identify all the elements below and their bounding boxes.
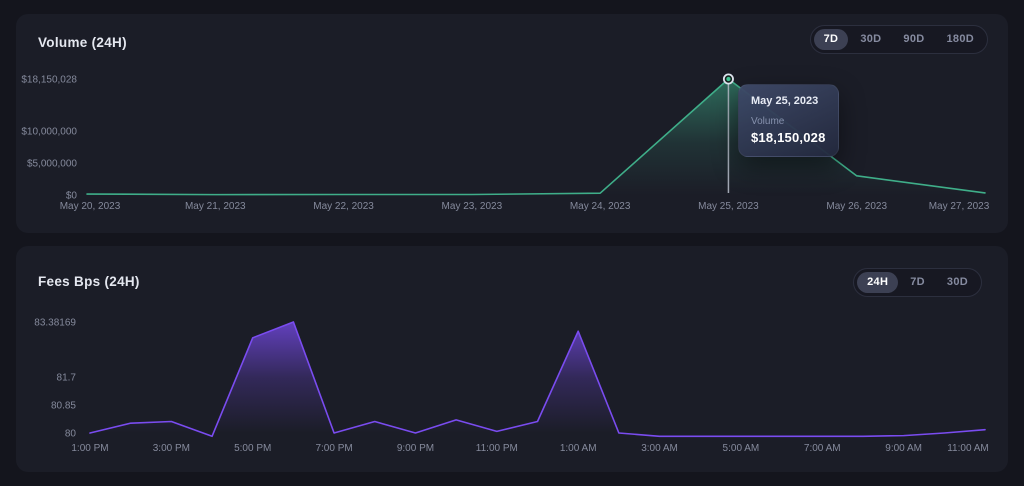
volume-y-axis-label: $18,150,028: [21, 75, 77, 86]
fees-x-axis-label: 5:00 PM: [234, 443, 271, 454]
fees-range-30d-button[interactable]: 30D: [937, 272, 978, 293]
volume-y-axis-label: $5,000,000: [27, 159, 77, 170]
volume-tooltip: May 25, 2023 Volume $18,150,028: [738, 84, 839, 157]
fees-range-7d-button[interactable]: 7D: [900, 272, 935, 293]
volume-x-axis-label: May 26, 2023: [826, 201, 887, 212]
fees-x-axis-label: 7:00 PM: [315, 443, 352, 454]
volume-panel: Volume (24H) 7D30D90D180D $18,150,028 $10…: [16, 14, 1008, 233]
tooltip-value: $18,150,028: [751, 130, 826, 145]
fees-y-axis-label: 80: [65, 429, 77, 440]
tooltip-date: May 25, 2023: [751, 95, 826, 107]
volume-x-axis-label: May 21, 2023: [185, 201, 246, 212]
volume-area-fill: [87, 79, 985, 200]
volume-x-axis-label: May 22, 2023: [313, 201, 374, 212]
fees-x-axis-label: 7:00 AM: [804, 443, 841, 454]
fees-y-axis-label: 83.38169: [34, 318, 76, 329]
volume-range-180d-button[interactable]: 180D: [937, 29, 985, 50]
fees-range-24h-button[interactable]: 24H: [857, 272, 898, 293]
volume-range-90d-button[interactable]: 90D: [893, 29, 934, 50]
fees-panel: Fees Bps (24H) 24H7D30D 83.38169 81.7 80.8…: [16, 246, 1008, 472]
fees-x-axis-label: 11:00 AM: [947, 443, 989, 454]
fees-x-axis-label: 9:00 PM: [397, 443, 434, 454]
fees-panel-title: Fees Bps (24H): [38, 274, 140, 289]
tooltip-series-label: Volume: [751, 116, 826, 127]
fees-x-axis-label: 1:00 PM: [71, 443, 108, 454]
volume-range-30d-button[interactable]: 30D: [850, 29, 891, 50]
fees-x-axis-label: 1:00 AM: [560, 443, 597, 454]
volume-range-switcher: 7D30D90D180D: [810, 25, 988, 54]
fees-y-axis-label: 81.7: [57, 373, 77, 384]
volume-x-axis-label: May 20, 2023: [60, 201, 121, 212]
fees-x-axis-label: 11:00 PM: [476, 443, 518, 454]
volume-x-axis-label: May 27, 2023: [929, 201, 990, 212]
volume-x-axis-label: May 24, 2023: [570, 201, 631, 212]
highlight-point-dot: [726, 77, 730, 81]
fees-x-axis-label: 9:00 AM: [885, 443, 922, 454]
volume-x-axis-label: May 23, 2023: [442, 201, 503, 212]
volume-panel-title: Volume (24H): [38, 35, 127, 50]
volume-y-axis-label: $10,000,000: [21, 127, 77, 138]
volume-y-axis-label: $0: [66, 191, 78, 202]
volume-x-axis-label: May 25, 2023: [698, 201, 759, 212]
fees-y-axis-label: 80.85: [51, 401, 76, 412]
fees-range-switcher: 24H7D30D: [853, 268, 982, 297]
dashboard-page: Volume (24H) 7D30D90D180D $18,150,028$10…: [0, 0, 1024, 486]
fees-x-axis-label: 3:00 PM: [153, 443, 190, 454]
volume-range-7d-button[interactable]: 7D: [814, 29, 849, 50]
fees-x-axis-label: 3:00 AM: [641, 443, 678, 454]
fees-x-axis-label: 5:00 AM: [723, 443, 760, 454]
